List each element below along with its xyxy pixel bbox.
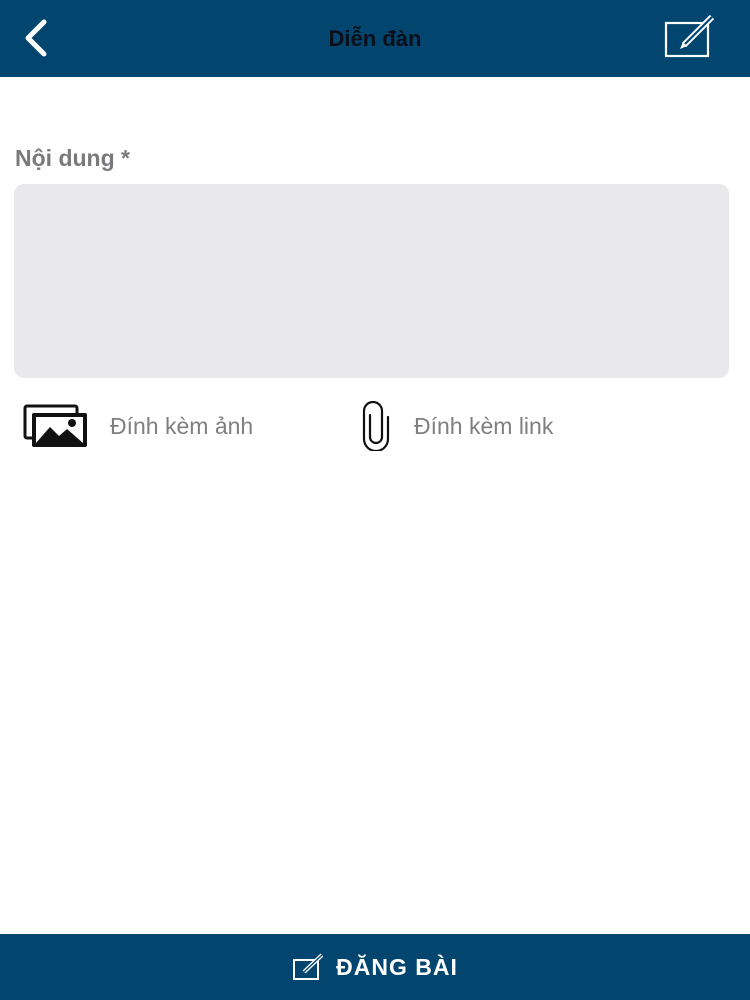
edit-icon [664,14,715,58]
content-input[interactable] [14,184,729,378]
chevron-left-icon [25,19,47,57]
images-icon [23,404,87,447]
back-button[interactable] [12,14,60,62]
edit-icon [293,953,324,980]
content-label: Nội dung * [15,145,130,171]
attach-image-button[interactable]: Đính kèm ảnh [22,398,253,454]
compose-button[interactable] [660,12,722,62]
paperclip-icon [362,401,390,451]
submit-post-button[interactable]: ĐĂNG BÀI [0,934,750,1000]
attach-link-label: Đính kèm link [414,412,554,439]
page-title: Diễn đàn [328,26,422,51]
top-bar: Diễn đàn [0,0,750,77]
submit-post-label: ĐĂNG BÀI [336,953,458,980]
attach-link-button[interactable]: Đính kèm link [358,398,553,454]
attach-image-label: Đính kèm ảnh [110,412,254,439]
